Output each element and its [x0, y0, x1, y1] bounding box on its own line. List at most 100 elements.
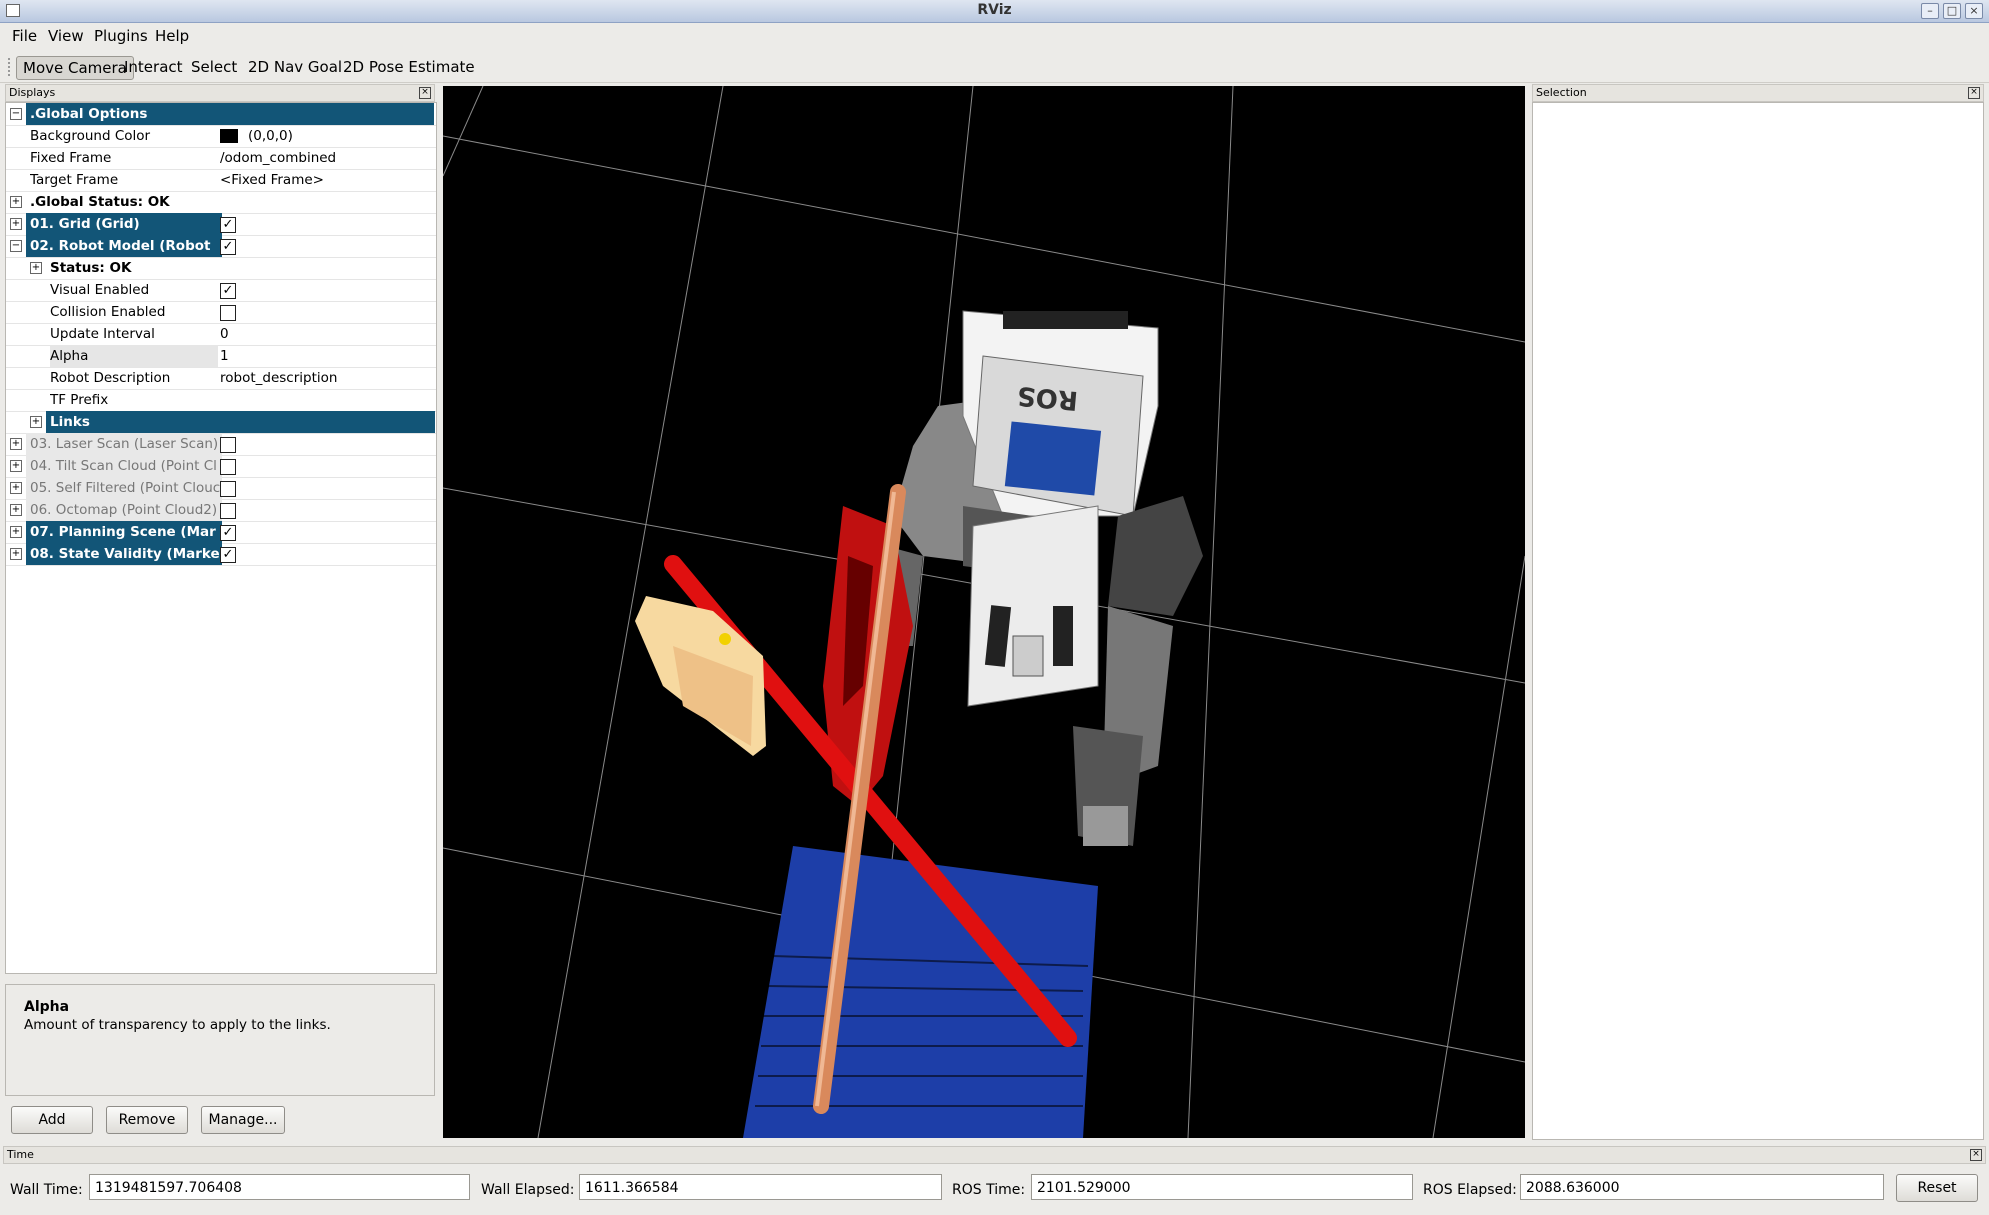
- tree-row-robot-description[interactable]: Robot Description robot_description: [6, 367, 436, 390]
- scene-render: ROS: [443, 86, 1525, 1138]
- tree-row-global-options[interactable]: − .Global Options: [6, 103, 436, 126]
- tool-bar: Move Camera Interact Select 2D Nav Goal …: [0, 50, 1989, 83]
- tool-move-camera[interactable]: Move Camera: [16, 56, 134, 80]
- tree-row-visual-enabled[interactable]: Visual Enabled ✓: [6, 279, 436, 302]
- close-panel-icon[interactable]: ×: [419, 87, 431, 99]
- wall-time-label: Wall Time:: [10, 1182, 83, 1198]
- tree-row-octomap[interactable]: + 06. Octomap (Point Cloud2): [6, 499, 436, 522]
- laser-scan-display-label: 03. Laser Scan (Laser Scan): [26, 433, 222, 455]
- ros-elapsed-field[interactable]: 2088.636000: [1520, 1174, 1884, 1200]
- update-interval-value[interactable]: 0: [220, 323, 229, 345]
- menu-help[interactable]: Help: [155, 27, 189, 45]
- expand-icon[interactable]: +: [30, 416, 42, 428]
- tree-row-fixed-frame[interactable]: Fixed Frame /odom_combined: [6, 147, 436, 170]
- tree-row-collision-enabled[interactable]: Collision Enabled: [6, 301, 436, 324]
- remove-display-button[interactable]: Remove: [106, 1106, 188, 1134]
- help-title: Alpha: [24, 999, 70, 1015]
- menu-plugins[interactable]: Plugins: [94, 27, 148, 45]
- maximize-icon[interactable]: □: [1943, 3, 1961, 19]
- tree-row-tilt-scan[interactable]: + 04. Tilt Scan Cloud (Point Cl: [6, 455, 436, 478]
- selection-tree[interactable]: [1532, 102, 1984, 1140]
- collapse-icon[interactable]: −: [10, 240, 22, 252]
- tool-interact[interactable]: Interact: [118, 56, 189, 78]
- close-panel-icon[interactable]: ×: [1970, 1149, 1982, 1161]
- tree-row-update-interval[interactable]: Update Interval 0: [6, 323, 436, 346]
- planning-scene-enabled-checkbox[interactable]: ✓: [220, 525, 236, 541]
- displays-tree[interactable]: − .Global Options Background Color (0,0,…: [5, 102, 437, 974]
- update-interval-label: Update Interval: [50, 326, 155, 342]
- tree-row-laser-scan[interactable]: + 03. Laser Scan (Laser Scan): [6, 433, 436, 456]
- toolbar-grip-icon[interactable]: [8, 58, 13, 76]
- tree-row-links[interactable]: + Links: [6, 411, 436, 434]
- expand-icon[interactable]: +: [10, 438, 22, 450]
- expand-icon[interactable]: +: [10, 526, 22, 538]
- self-filtered-enabled-checkbox[interactable]: [220, 481, 236, 497]
- expand-icon[interactable]: +: [10, 196, 22, 208]
- expand-icon[interactable]: +: [10, 460, 22, 472]
- visual-enabled-label: Visual Enabled: [50, 282, 150, 298]
- close-panel-icon[interactable]: ×: [1968, 87, 1980, 99]
- target-frame-value[interactable]: <Fixed Frame>: [220, 169, 324, 191]
- close-window-icon[interactable]: ×: [1965, 3, 1983, 19]
- state-validity-display-label: 08. State Validity (Marke: [26, 543, 222, 565]
- robot-model-enabled-checkbox[interactable]: ✓: [220, 239, 236, 255]
- add-display-button[interactable]: Add: [11, 1106, 93, 1134]
- selection-panel-title: Selection: [1536, 86, 1587, 99]
- minimize-icon[interactable]: –: [1921, 3, 1939, 19]
- time-panel-title: Time: [7, 1148, 34, 1161]
- collision-voxels: [743, 846, 1098, 1138]
- global-status-label: .Global Status: OK: [30, 194, 170, 210]
- tree-row-grid[interactable]: + 01. Grid (Grid) ✓: [6, 213, 436, 236]
- wall-elapsed-field[interactable]: 1611.366584: [579, 1174, 942, 1200]
- target-frame-label: Target Frame: [30, 172, 119, 188]
- tree-row-planning-scene[interactable]: + 07. Planning Scene (Mar ✓: [6, 521, 436, 544]
- expand-icon[interactable]: +: [10, 548, 22, 560]
- tool-2d-nav-goal[interactable]: 2D Nav Goal: [242, 56, 348, 78]
- displays-panel-header: Displays ×: [5, 84, 435, 102]
- octomap-enabled-checkbox[interactable]: [220, 503, 236, 519]
- background-color-value[interactable]: (0,0,0): [248, 125, 293, 147]
- render-viewport[interactable]: ROS: [443, 86, 1525, 1138]
- expand-icon[interactable]: +: [10, 504, 22, 516]
- grid-enabled-checkbox[interactable]: ✓: [220, 217, 236, 233]
- robot-description-label: Robot Description: [50, 370, 171, 386]
- menu-view[interactable]: View: [48, 27, 84, 45]
- tool-select[interactable]: Select: [185, 56, 243, 78]
- fixed-frame-value[interactable]: /odom_combined: [220, 147, 336, 169]
- tf-prefix-label: TF Prefix: [50, 392, 109, 408]
- time-panel: Time × Wall Time: 1319481597.706408 Wall…: [0, 1146, 1989, 1214]
- manage-displays-button[interactable]: Manage...: [201, 1106, 285, 1134]
- background-color-swatch[interactable]: [220, 129, 238, 143]
- expand-icon[interactable]: +: [30, 262, 42, 274]
- tree-row-robot-model[interactable]: − 02. Robot Model (Robot ✓: [6, 235, 436, 258]
- tree-row-robot-status[interactable]: + Status: OK: [6, 257, 436, 280]
- robot-description-value[interactable]: robot_description: [220, 367, 337, 389]
- wall-time-field[interactable]: 1319481597.706408: [89, 1174, 470, 1200]
- tree-row-background-color[interactable]: Background Color (0,0,0): [6, 125, 436, 148]
- tree-row-global-status[interactable]: + .Global Status: OK: [6, 191, 436, 214]
- tree-row-state-validity[interactable]: + 08. State Validity (Marke ✓: [6, 543, 436, 566]
- menu-file[interactable]: File: [12, 27, 37, 45]
- tree-row-self-filtered[interactable]: + 05. Self Filtered (Point Clouc: [6, 477, 436, 500]
- tree-row-target-frame[interactable]: Target Frame <Fixed Frame>: [6, 169, 436, 192]
- robot-status-label: Status: OK: [50, 260, 132, 276]
- tool-2d-pose-estimate[interactable]: 2D Pose Estimate: [337, 56, 481, 78]
- tree-row-alpha[interactable]: Alpha 1: [6, 345, 436, 368]
- visual-enabled-checkbox[interactable]: ✓: [220, 283, 236, 299]
- collision-enabled-checkbox[interactable]: [220, 305, 236, 321]
- state-validity-enabled-checkbox[interactable]: ✓: [220, 547, 236, 563]
- expand-icon[interactable]: +: [10, 218, 22, 230]
- collapse-icon[interactable]: −: [10, 108, 22, 120]
- expand-icon[interactable]: +: [10, 482, 22, 494]
- ros-time-field[interactable]: 2101.529000: [1031, 1174, 1413, 1200]
- reset-time-button[interactable]: Reset: [1896, 1174, 1978, 1202]
- octomap-display-label: 06. Octomap (Point Cloud2): [26, 499, 222, 521]
- laser-scan-enabled-checkbox[interactable]: [220, 437, 236, 453]
- tree-row-tf-prefix[interactable]: TF Prefix: [6, 389, 436, 412]
- global-options-header: .Global Options: [26, 103, 434, 125]
- menu-bar: File View Plugins Help: [0, 23, 1989, 49]
- tilt-scan-enabled-checkbox[interactable]: [220, 459, 236, 475]
- fixed-frame-label: Fixed Frame: [30, 150, 112, 166]
- alpha-label: Alpha: [50, 345, 218, 367]
- alpha-value[interactable]: 1: [220, 345, 229, 367]
